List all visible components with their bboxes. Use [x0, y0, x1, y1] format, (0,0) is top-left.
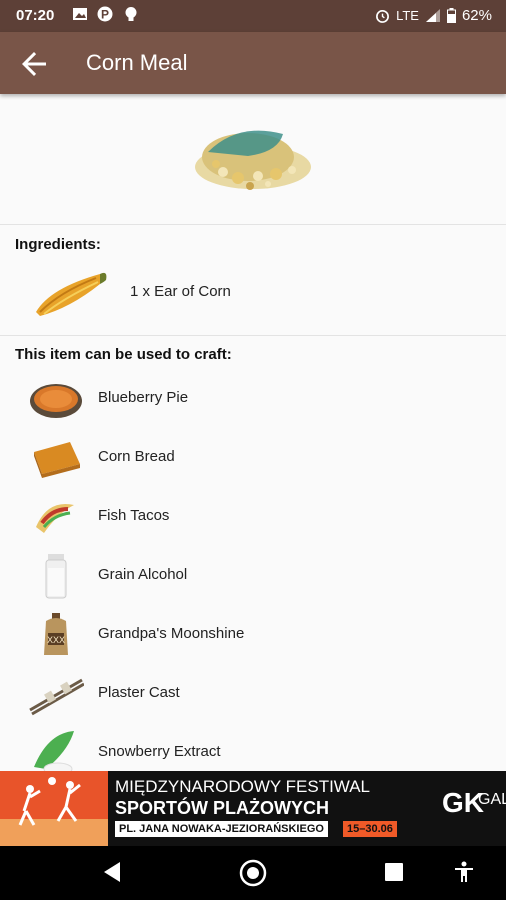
app-bar: Corn Meal — [0, 32, 506, 94]
ad-brand-name: GAL — [478, 791, 506, 808]
battery-icon — [446, 8, 456, 23]
back-arrow-icon[interactable] — [16, 46, 52, 82]
craft-item-label: Snowberry Extract — [98, 743, 221, 760]
system-nav-bar — [0, 846, 506, 900]
corn-bread-icon — [34, 442, 80, 478]
ad-address: PL. JANA NOWAKA-JEZIORAŃSKIEGO — [115, 821, 328, 837]
network-type: LTE — [396, 8, 419, 23]
craft-item-label: Blueberry Pie — [98, 389, 189, 406]
beach-sports-graphic-icon — [0, 771, 108, 846]
ad-banner[interactable]: MIĘDZYNARODOWY FESTIWAL SPORTÓW PLAŻOWYC… — [0, 771, 506, 846]
ad-line1: MIĘDZYNARODOWY FESTIWAL — [115, 777, 371, 796]
lightbulb-icon — [125, 7, 137, 21]
craft-item-label: Grain Alcohol — [98, 566, 188, 583]
accessibility-icon[interactable] — [452, 860, 476, 884]
blueberry-pie-icon — [30, 384, 82, 418]
snowberry-extract-icon — [34, 731, 74, 776]
home-circle-icon[interactable] — [238, 858, 268, 888]
craft-item-label: Corn Bread — [98, 448, 175, 465]
corn-meal-icon — [195, 130, 311, 190]
craft-item-fish-tacos[interactable]: Fish Tacos — [0, 488, 506, 546]
craft-item-grandpas-moonshine[interactable]: XXX Grandpa's Moonshine — [0, 606, 506, 664]
craft-item-label: Plaster Cast — [98, 684, 180, 701]
ingredient-text: 1 x Ear of Corn — [130, 283, 231, 300]
back-triangle-icon[interactable] — [100, 858, 124, 886]
photo-icon — [73, 8, 87, 20]
craft-item-blueberry-pie[interactable]: Blueberry Pie — [0, 370, 506, 428]
page-title: Corn Meal — [86, 50, 188, 75]
item-image-area — [0, 94, 506, 225]
grain-alcohol-icon — [45, 554, 67, 599]
svg-text:P: P — [101, 8, 109, 22]
signal-icon — [425, 9, 440, 22]
svg-text:XXX: XXX — [47, 635, 65, 645]
ear-of-corn-icon — [36, 272, 107, 316]
ingredient-item[interactable]: 1 x Ear of Corn — [0, 264, 506, 322]
moonshine-jug-icon: XXX — [44, 613, 68, 655]
craft-item-label: Fish Tacos — [98, 507, 170, 524]
status-time: 07:20 — [16, 7, 55, 24]
fish-tacos-icon — [36, 503, 74, 533]
recents-square-icon[interactable] — [384, 862, 404, 882]
battery-level: 62% — [461, 7, 492, 24]
status-bar: 07:20 P LTE 62% — [0, 0, 506, 32]
craft-item-grain-alcohol[interactable]: Grain Alcohol — [0, 547, 506, 605]
craft-item-plaster-cast[interactable]: Plaster Cast — [0, 665, 506, 723]
plaster-cast-icon — [29, 678, 84, 716]
ad-line2: SPORTÓW PLAŻOWYCH — [115, 798, 329, 818]
craft-item-corn-bread[interactable]: Corn Bread — [0, 429, 506, 487]
parking-icon: P — [97, 6, 113, 22]
craft-heading: This item can be used to craft: — [15, 346, 232, 363]
ingredients-heading: Ingredients: — [15, 236, 101, 253]
ad-dates: 15–30.06 — [343, 821, 397, 837]
alarm-icon — [376, 9, 390, 23]
ingredients-section: Ingredients: 1 x Ear of Corn — [0, 224, 506, 336]
craft-item-label: Grandpa's Moonshine — [98, 625, 245, 642]
